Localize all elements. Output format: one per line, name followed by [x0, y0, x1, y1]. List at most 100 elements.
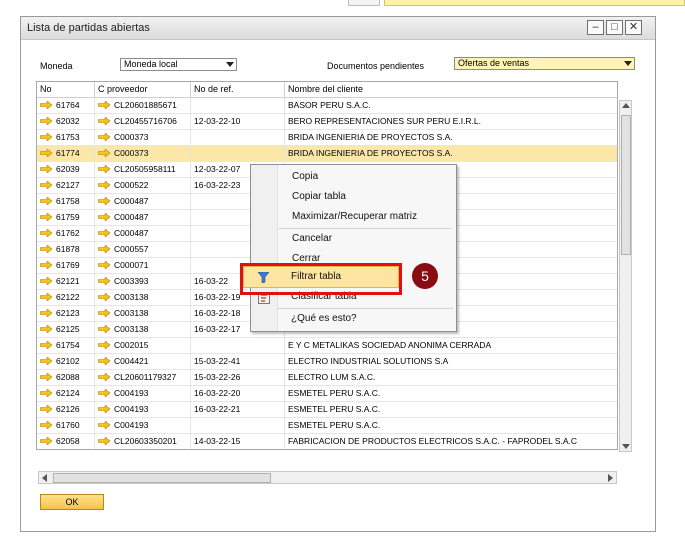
menu-item-copy-table[interactable]: Copiar tabla — [292, 191, 346, 202]
table-row[interactable]: 61753 C000373 BRIDA INGENIERIA DE PROYECTO… — [37, 130, 617, 146]
cell-no[interactable]: 61774 — [37, 146, 95, 161]
link-arrow-icon[interactable] — [40, 164, 52, 173]
cell-no[interactable]: 61878 — [37, 242, 95, 257]
cell-ref[interactable]: 12-03-22-10 — [191, 114, 285, 129]
cell-prov[interactable]: CL20601885671 — [95, 98, 191, 113]
col-header-no[interactable]: No — [37, 82, 95, 97]
cell-prov[interactable]: C004193 — [95, 386, 191, 401]
link-arrow-icon[interactable] — [40, 132, 52, 141]
table-row[interactable]: 62032 CL20455716706 12-03-22-10 BERO REPRES… — [37, 114, 617, 130]
close-button[interactable]: ✕ — [625, 20, 642, 35]
cell-client[interactable]: ELECTRO LUM S.A.C. — [285, 370, 617, 385]
menu-item-cancel[interactable]: Cancelar — [292, 233, 332, 244]
cell-no[interactable]: 61758 — [37, 194, 95, 209]
cell-prov[interactable]: C000071 — [95, 258, 191, 273]
scroll-up-icon[interactable] — [622, 103, 630, 108]
cell-client[interactable]: BRIDA INGENIERIA DE PROYECTOS S.A. — [285, 146, 617, 161]
top-button[interactable] — [348, 0, 380, 6]
vertical-scrollbar[interactable] — [619, 100, 632, 452]
cell-prov[interactable]: C003138 — [95, 322, 191, 337]
link-arrow-icon[interactable] — [98, 196, 110, 205]
menu-item-maximize[interactable]: Maximizar/Recuperar matriz — [292, 211, 417, 222]
link-arrow-icon[interactable] — [40, 404, 52, 413]
cell-no[interactable]: 61760 — [37, 418, 95, 433]
cell-prov[interactable]: C003138 — [95, 306, 191, 321]
link-arrow-icon[interactable] — [40, 372, 52, 381]
cell-prov[interactable]: C000522 — [95, 178, 191, 193]
cell-client[interactable]: ELECTRO INDUSTRIAL SOLUTIONS S.A — [285, 354, 617, 369]
table-row[interactable]: 62058 CL20603350201 14-03-22-15 FABRICACION… — [37, 434, 617, 449]
cell-no[interactable]: 62122 — [37, 290, 95, 305]
link-arrow-icon[interactable] — [40, 292, 52, 301]
cell-prov[interactable]: C003393 — [95, 274, 191, 289]
top-field[interactable] — [384, 0, 685, 6]
cell-no[interactable]: 62039 — [37, 162, 95, 177]
cell-no[interactable]: 62125 — [37, 322, 95, 337]
cell-no[interactable]: 61759 — [37, 210, 95, 225]
cell-no[interactable]: 62032 — [37, 114, 95, 129]
link-arrow-icon[interactable] — [98, 276, 110, 285]
link-arrow-icon[interactable] — [40, 388, 52, 397]
table-row[interactable]: 62102 C004421 15-03-22-41 ELECTRO INDUSTRIA… — [37, 354, 617, 370]
cell-prov[interactable]: C000373 — [95, 130, 191, 145]
cell-ref[interactable]: 16-03-22-21 — [191, 402, 285, 417]
table-row[interactable]: 61760 C004193 ESMETEL PERU S.A.C. — [37, 418, 617, 434]
cell-no[interactable]: 61764 — [37, 98, 95, 113]
cell-no[interactable]: 62123 — [37, 306, 95, 321]
cell-prov[interactable]: C002015 — [95, 338, 191, 353]
link-arrow-icon[interactable] — [98, 324, 110, 333]
link-arrow-icon[interactable] — [98, 244, 110, 253]
cell-no[interactable]: 62121 — [37, 274, 95, 289]
link-arrow-icon[interactable] — [40, 212, 52, 221]
cell-no[interactable]: 61769 — [37, 258, 95, 273]
cell-ref[interactable] — [191, 98, 285, 113]
scroll-right-icon[interactable] — [608, 474, 613, 482]
link-arrow-icon[interactable] — [40, 436, 52, 445]
cell-prov[interactable]: C004193 — [95, 402, 191, 417]
cell-prov[interactable]: CL20455716706 — [95, 114, 191, 129]
menu-item-copy[interactable]: Copia — [292, 171, 318, 182]
link-arrow-icon[interactable] — [40, 196, 52, 205]
link-arrow-icon[interactable] — [40, 116, 52, 125]
col-header-ref[interactable]: No de ref. — [191, 82, 285, 97]
currency-select[interactable]: Moneda local — [120, 58, 237, 71]
link-arrow-icon[interactable] — [98, 212, 110, 221]
link-arrow-icon[interactable] — [40, 276, 52, 285]
table-row[interactable]: 62088 CL20601179327 15-03-22-26 ELECTRO LUM… — [37, 370, 617, 386]
cell-prov[interactable]: C000557 — [95, 242, 191, 257]
cell-prov[interactable]: C004421 — [95, 354, 191, 369]
scroll-down-icon[interactable] — [622, 444, 630, 449]
col-header-prov[interactable]: C proveedor — [95, 82, 191, 97]
cell-no[interactable]: 62124 — [37, 386, 95, 401]
cell-no[interactable]: 62058 — [37, 434, 95, 449]
cell-no[interactable]: 61753 — [37, 130, 95, 145]
ok-button[interactable]: OK — [40, 494, 104, 510]
link-arrow-icon[interactable] — [98, 228, 110, 237]
menu-item-what-is-this[interactable]: ¿Qué es esto? — [291, 313, 357, 324]
cell-prov[interactable]: C004193 — [95, 418, 191, 433]
vertical-scroll-thumb[interactable] — [621, 115, 631, 255]
horizontal-scrollbar[interactable] — [38, 471, 617, 484]
cell-prov[interactable]: CL20505958111 — [95, 162, 191, 177]
link-arrow-icon[interactable] — [98, 436, 110, 445]
cell-ref[interactable]: 16-03-22-20 — [191, 386, 285, 401]
link-arrow-icon[interactable] — [98, 100, 110, 109]
link-arrow-icon[interactable] — [98, 260, 110, 269]
cell-ref[interactable] — [191, 146, 285, 161]
link-arrow-icon[interactable] — [98, 308, 110, 317]
cell-ref[interactable] — [191, 338, 285, 353]
cell-prov[interactable]: C000373 — [95, 146, 191, 161]
link-arrow-icon[interactable] — [98, 164, 110, 173]
cell-client[interactable]: BASOR PERU S.A.C. — [285, 98, 617, 113]
cell-client[interactable]: ESMETEL PERU S.A.C. — [285, 418, 617, 433]
col-header-client[interactable]: Nombre del cliente — [285, 82, 617, 97]
link-arrow-icon[interactable] — [98, 420, 110, 429]
scroll-left-icon[interactable] — [42, 474, 47, 482]
link-arrow-icon[interactable] — [98, 180, 110, 189]
cell-prov[interactable]: C000487 — [95, 226, 191, 241]
cell-no[interactable]: 61762 — [37, 226, 95, 241]
cell-ref[interactable] — [191, 418, 285, 433]
link-arrow-icon[interactable] — [40, 228, 52, 237]
link-arrow-icon[interactable] — [98, 372, 110, 381]
link-arrow-icon[interactable] — [98, 404, 110, 413]
